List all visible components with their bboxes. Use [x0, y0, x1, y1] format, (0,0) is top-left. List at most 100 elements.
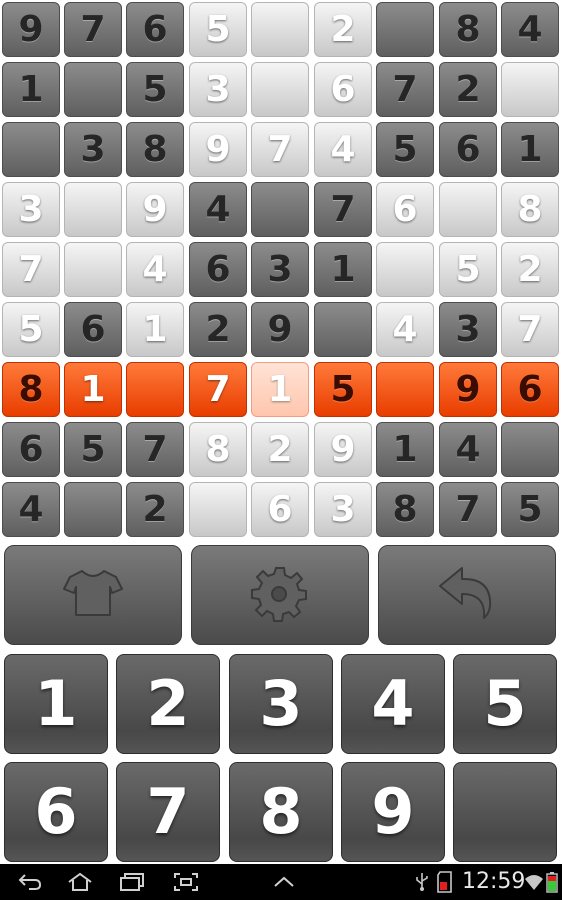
- sudoku-cell-r3-c8[interactable]: 6: [439, 122, 497, 177]
- recent-apps-icon[interactable]: [114, 870, 150, 894]
- sudoku-cell-r8-c1[interactable]: 6: [2, 422, 60, 477]
- sudoku-cell-r6-c7[interactable]: 4: [376, 302, 434, 357]
- settings-button[interactable]: [191, 545, 369, 645]
- screenshot-icon[interactable]: [168, 870, 204, 894]
- sudoku-cell-r4-c6[interactable]: 7: [314, 182, 372, 237]
- sudoku-cell-r6-c9[interactable]: 7: [501, 302, 559, 357]
- sudoku-cell-r2-c4[interactable]: 3: [189, 62, 247, 117]
- sudoku-cell-r5-c4[interactable]: 6: [189, 242, 247, 297]
- sudoku-cell-r1-c3[interactable]: 6: [126, 2, 184, 57]
- theme-button[interactable]: [4, 545, 182, 645]
- sudoku-cell-r4-c1[interactable]: 3: [2, 182, 60, 237]
- sudoku-cell-r4-c2[interactable]: [64, 182, 122, 237]
- sudoku-cell-r8-c6[interactable]: 9: [314, 422, 372, 477]
- sudoku-cell-r6-c8[interactable]: 3: [439, 302, 497, 357]
- sudoku-cell-r3-c2[interactable]: 3: [64, 122, 122, 177]
- sudoku-cell-r2-c5[interactable]: [251, 62, 309, 117]
- sudoku-cell-r3-c5[interactable]: 7: [251, 122, 309, 177]
- sudoku-cell-r9-c8[interactable]: 7: [439, 482, 497, 537]
- sudoku-cell-r1-c1[interactable]: 9: [2, 2, 60, 57]
- sudoku-cell-r4-c4[interactable]: 4: [189, 182, 247, 237]
- sudoku-cell-r4-c5[interactable]: [251, 182, 309, 237]
- sudoku-cell-r5-c3[interactable]: 4: [126, 242, 184, 297]
- clear-key[interactable]: [453, 762, 557, 862]
- sudoku-cell-r7-c4[interactable]: 7: [189, 362, 247, 417]
- sudoku-cell-r2-c6[interactable]: 6: [314, 62, 372, 117]
- sudoku-cell-r3-c6[interactable]: 4: [314, 122, 372, 177]
- sudoku-cell-r7-c1[interactable]: 8: [2, 362, 60, 417]
- sudoku-cell-r1-c2[interactable]: 7: [64, 2, 122, 57]
- sudoku-cell-r7-c2[interactable]: 1: [64, 362, 122, 417]
- sudoku-cell-r7-c3[interactable]: [126, 362, 184, 417]
- sudoku-cell-r1-c4[interactable]: 5: [189, 2, 247, 57]
- number-key-label: 3: [259, 667, 303, 740]
- sudoku-cell-r9-c6[interactable]: 3: [314, 482, 372, 537]
- sudoku-cell-r4-c3[interactable]: 9: [126, 182, 184, 237]
- sudoku-cell-r8-c5[interactable]: 2: [251, 422, 309, 477]
- sudoku-cell-r8-c4[interactable]: 8: [189, 422, 247, 477]
- number-key-9[interactable]: 9: [341, 762, 445, 862]
- sudoku-cell-r8-c7[interactable]: 1: [376, 422, 434, 477]
- sudoku-cell-r3-c9[interactable]: 1: [501, 122, 559, 177]
- sudoku-cell-r9-c7[interactable]: 8: [376, 482, 434, 537]
- sudoku-cell-r2-c7[interactable]: 7: [376, 62, 434, 117]
- sudoku-cell-r1-c6[interactable]: 2: [314, 2, 372, 57]
- number-key-1[interactable]: 1: [4, 654, 108, 754]
- sudoku-cell-r2-c3[interactable]: 5: [126, 62, 184, 117]
- sudoku-cell-r7-c6[interactable]: 5: [314, 362, 372, 417]
- number-key-4[interactable]: 4: [341, 654, 445, 754]
- number-key-5[interactable]: 5: [453, 654, 557, 754]
- sudoku-cell-r4-c9[interactable]: 8: [501, 182, 559, 237]
- up-chevron-icon[interactable]: [266, 870, 302, 894]
- sudoku-cell-r9-c9[interactable]: 5: [501, 482, 559, 537]
- undo-button[interactable]: [378, 545, 556, 645]
- sudoku-cell-r3-c7[interactable]: 5: [376, 122, 434, 177]
- sudoku-cell-r5-c1[interactable]: 7: [2, 242, 60, 297]
- sudoku-cell-r3-c3[interactable]: 8: [126, 122, 184, 177]
- sudoku-cell-r2-c8[interactable]: 2: [439, 62, 497, 117]
- sudoku-cell-r9-c1[interactable]: 4: [2, 482, 60, 537]
- sudoku-cell-r8-c9[interactable]: [501, 422, 559, 477]
- sudoku-cell-r6-c6[interactable]: [314, 302, 372, 357]
- number-key-3[interactable]: 3: [229, 654, 333, 754]
- number-key-8[interactable]: 8: [229, 762, 333, 862]
- sudoku-cell-r2-c1[interactable]: 1: [2, 62, 60, 117]
- sudoku-cell-r1-c5[interactable]: [251, 2, 309, 57]
- sudoku-cell-r7-c5[interactable]: 1: [251, 362, 309, 417]
- sudoku-cell-r8-c8[interactable]: 4: [439, 422, 497, 477]
- sudoku-cell-r9-c5[interactable]: 6: [251, 482, 309, 537]
- sudoku-cell-r6-c4[interactable]: 2: [189, 302, 247, 357]
- sudoku-cell-r1-c7[interactable]: [376, 2, 434, 57]
- sudoku-cell-r4-c7[interactable]: 6: [376, 182, 434, 237]
- sudoku-cell-r1-c9[interactable]: 4: [501, 2, 559, 57]
- sudoku-cell-r6-c2[interactable]: 6: [64, 302, 122, 357]
- sudoku-cell-r9-c4[interactable]: [189, 482, 247, 537]
- sudoku-cell-r6-c5[interactable]: 9: [251, 302, 309, 357]
- sudoku-cell-r9-c2[interactable]: [64, 482, 122, 537]
- sudoku-cell-r3-c1[interactable]: [2, 122, 60, 177]
- sudoku-cell-r6-c1[interactable]: 5: [2, 302, 60, 357]
- sudoku-cell-r5-c9[interactable]: 2: [501, 242, 559, 297]
- sudoku-cell-r5-c8[interactable]: 5: [439, 242, 497, 297]
- sudoku-cell-r5-c6[interactable]: 1: [314, 242, 372, 297]
- sudoku-cell-r6-c3[interactable]: 1: [126, 302, 184, 357]
- sudoku-cell-r5-c7[interactable]: [376, 242, 434, 297]
- sudoku-cell-r1-c8[interactable]: 8: [439, 2, 497, 57]
- sudoku-cell-r8-c2[interactable]: 5: [64, 422, 122, 477]
- number-key-7[interactable]: 7: [116, 762, 220, 862]
- back-icon[interactable]: [12, 870, 48, 894]
- sudoku-cell-r2-c9[interactable]: [501, 62, 559, 117]
- home-icon[interactable]: [62, 870, 98, 894]
- sudoku-cell-r8-c3[interactable]: 7: [126, 422, 184, 477]
- sudoku-cell-r5-c5[interactable]: 3: [251, 242, 309, 297]
- sudoku-cell-r5-c2[interactable]: [64, 242, 122, 297]
- sudoku-cell-r4-c8[interactable]: [439, 182, 497, 237]
- number-key-6[interactable]: 6: [4, 762, 108, 862]
- sudoku-cell-r7-c9[interactable]: 6: [501, 362, 559, 417]
- sudoku-cell-r7-c8[interactable]: 9: [439, 362, 497, 417]
- sudoku-cell-r3-c4[interactable]: 9: [189, 122, 247, 177]
- sudoku-cell-r9-c3[interactable]: 2: [126, 482, 184, 537]
- sudoku-cell-r2-c2[interactable]: [64, 62, 122, 117]
- number-key-2[interactable]: 2: [116, 654, 220, 754]
- sudoku-cell-r7-c7[interactable]: [376, 362, 434, 417]
